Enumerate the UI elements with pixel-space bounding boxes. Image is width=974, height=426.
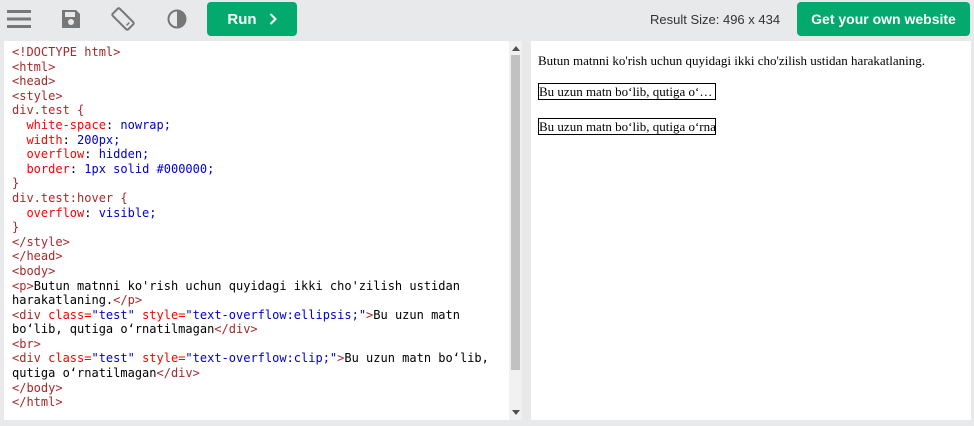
code-line: harakatlaning.</p> bbox=[12, 293, 143, 308]
code-line: <p>Butun matnni ko'rish uchun quyidagi i… bbox=[12, 278, 460, 293]
code-text[interactable]: <!DOCTYPE html> <html> <head> <style> di… bbox=[12, 45, 489, 410]
code-line: </style> bbox=[12, 234, 70, 249]
code-line: <style> bbox=[12, 88, 63, 103]
menu-icon[interactable] bbox=[6, 7, 32, 31]
scroll-up-arrow-icon[interactable] bbox=[512, 46, 520, 51]
code-line: div.test:hover { bbox=[12, 190, 128, 205]
code-line: <!DOCTYPE html> bbox=[12, 45, 121, 59]
result-panel: Butun matnni ko'rish uchun quyidagi ikki… bbox=[531, 41, 971, 420]
code-line: white-space: nowrap; bbox=[26, 117, 171, 132]
code-line: bo‘lib, qutiga o‘rnatilmagan</div> bbox=[12, 322, 258, 337]
code-line: overflow: hidden; bbox=[26, 147, 150, 162]
code-line: <br> bbox=[12, 336, 41, 351]
code-line: } bbox=[12, 220, 20, 235]
code-line: <div class="test" style="text-overflow:e… bbox=[12, 307, 460, 322]
code-editor[interactable]: <!DOCTYPE html> <html> <head> <style> di… bbox=[4, 41, 522, 420]
code-line: </head> bbox=[12, 249, 63, 264]
result-size-label: Result Size: 496 x 434 bbox=[650, 12, 781, 27]
code-line: <body> bbox=[12, 263, 56, 278]
code-line: qutiga o‘rnatilmagan</div> bbox=[12, 366, 200, 381]
code-line: <head> bbox=[12, 74, 56, 89]
get-your-own-website-button[interactable]: Get your own website bbox=[797, 2, 970, 36]
contrast-icon[interactable] bbox=[166, 7, 188, 31]
clip-box[interactable]: Bu uzun matn bo‘lib, qutiga o‘rnatilmaga… bbox=[538, 118, 716, 135]
code-line: <html> bbox=[12, 59, 56, 74]
ellipsis-box[interactable]: Bu uzun matn bo‘lib, qutiga o‘rnatilmaga… bbox=[538, 83, 716, 100]
scrollbar-thumb[interactable] bbox=[511, 55, 520, 370]
run-button[interactable]: Run bbox=[207, 2, 297, 36]
save-icon[interactable] bbox=[60, 7, 82, 31]
run-button-label: Run bbox=[227, 10, 257, 28]
code-line: div.test { bbox=[12, 103, 85, 118]
toolbar: Run Result Size: 496 x 434 Get your own … bbox=[0, 0, 974, 38]
result-paragraph: Butun matnni ko'rish uchun quyidagi ikki… bbox=[538, 53, 926, 68]
scroll-down-arrow-icon[interactable] bbox=[512, 410, 520, 415]
editor-scrollbar[interactable] bbox=[509, 41, 522, 420]
code-line: width: 200px; bbox=[26, 132, 121, 147]
code-line: } bbox=[12, 176, 20, 191]
code-line: </body> bbox=[12, 380, 63, 395]
code-line: border: 1px solid #000000; bbox=[26, 161, 215, 176]
rotate-icon[interactable] bbox=[110, 7, 136, 31]
code-line: overflow: visible; bbox=[26, 205, 157, 220]
code-line: </html> bbox=[12, 395, 63, 410]
chevron-right-icon bbox=[269, 13, 277, 25]
code-line: <div class="test" style="text-overflow:c… bbox=[12, 351, 489, 366]
